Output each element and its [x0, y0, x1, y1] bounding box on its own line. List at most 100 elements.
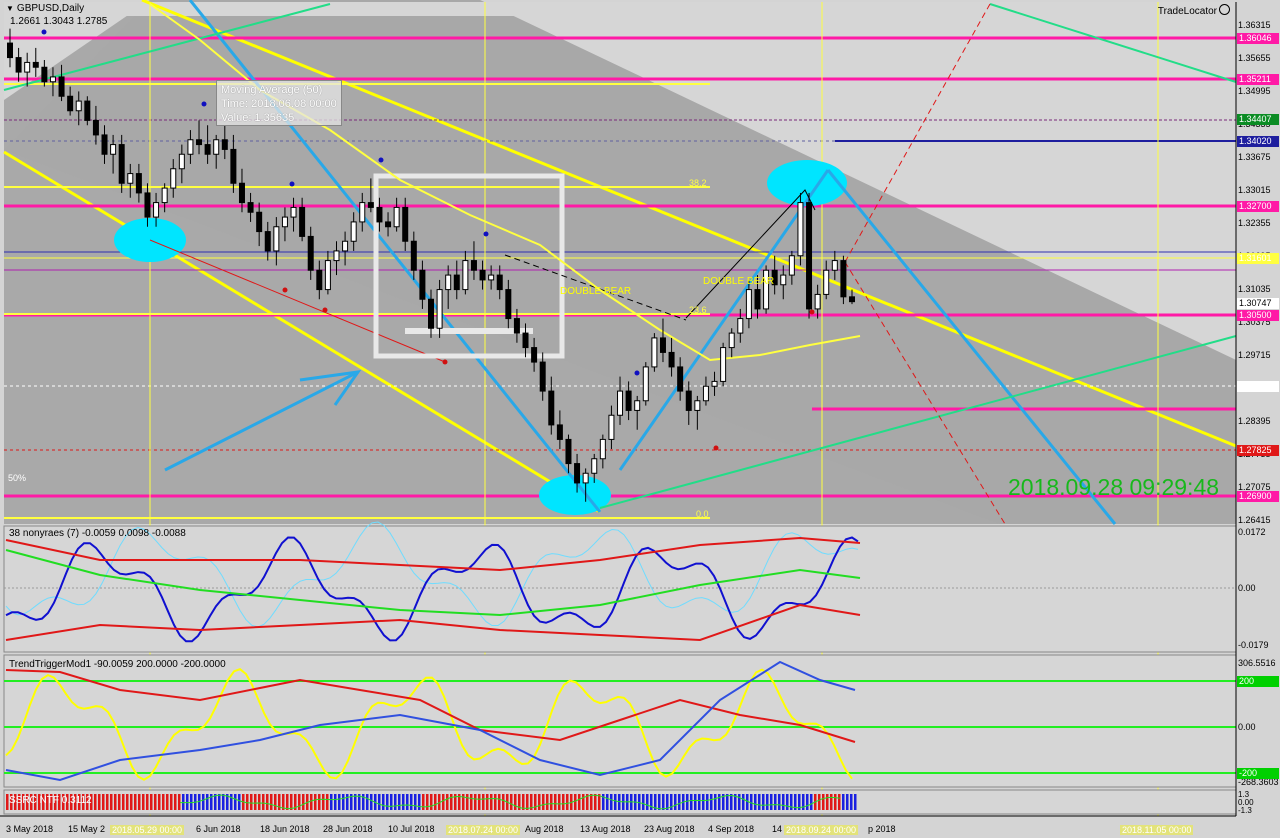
candle-body [333, 250, 340, 262]
ssrc-bar [158, 794, 161, 810]
ssrc-bar [826, 794, 829, 810]
date-cursor-label: 2018.11.05 00:00 [1120, 825, 1194, 835]
ssrc-bar [314, 794, 317, 810]
chart-menu-arrow-icon[interactable]: ▼ [6, 4, 14, 13]
ssrc-bar [642, 794, 645, 810]
price-level-label: 1.34407 [1237, 114, 1279, 125]
candle-body [531, 347, 538, 363]
candle-body [110, 144, 117, 155]
ssrc-bar [686, 794, 689, 810]
candle-body [453, 274, 460, 291]
oscillator-pane-1[interactable] [3, 521, 1237, 653]
candle-body [75, 100, 82, 112]
price-tick: 1.33675 [1238, 152, 1271, 162]
ssrc-bar [182, 794, 185, 810]
date-label: 13 Aug 2018 [580, 824, 631, 834]
ssrc-bar [254, 794, 257, 810]
ssrc-bar [178, 794, 181, 810]
oscillator-pane-2[interactable] [3, 654, 1237, 788]
top-strip [4, 2, 1236, 16]
swing-marker-7 [322, 307, 328, 313]
ssrc-bar [494, 794, 497, 810]
ssrc-bar [846, 794, 849, 810]
chart-title[interactable]: ▼ GBPUSD,Daily [6, 3, 84, 14]
trade-locator-label[interactable]: TradeLocator [1158, 4, 1230, 17]
price-level-label: 1.27825 [1237, 445, 1279, 456]
price-level-label: 1.32700 [1237, 201, 1279, 212]
candle-body [221, 139, 228, 150]
ssrc-bar [718, 794, 721, 810]
date-axis-bg [0, 816, 1280, 838]
candle-body [290, 206, 297, 218]
ssrc-bar [398, 794, 401, 810]
price-level-label: 1.36046 [1237, 33, 1279, 44]
candle-body [599, 438, 606, 460]
price-chart-canvas[interactable] [0, 0, 1280, 838]
ssrc-bar [750, 794, 753, 810]
ssrc-bar [658, 794, 661, 810]
candle-body [608, 414, 615, 440]
ssrc-bar [474, 794, 477, 810]
symbol-title: GBPUSD,Daily [16, 3, 85, 14]
ssrc-bar [502, 794, 505, 810]
ssrc-bar [742, 794, 745, 810]
candle-body [393, 206, 400, 228]
ssrc-bar [730, 794, 733, 810]
ssrc-bar [414, 794, 417, 810]
ssrc-bar [470, 794, 473, 810]
candle-body [161, 187, 168, 204]
swing-marker-4 [483, 231, 489, 237]
ssrc-bar [510, 794, 513, 810]
ssrc-bar [830, 794, 833, 810]
date-cursor-label: 2018.07.24 00:00 [446, 825, 521, 835]
ssrc-bar [702, 794, 705, 810]
candle-body [213, 139, 220, 155]
candle-body [522, 332, 529, 349]
ssrc-bar [850, 794, 853, 810]
ssrc-bar [310, 794, 313, 810]
candle-body [299, 206, 306, 237]
ssrc-bar [270, 794, 273, 810]
ssrc-bar [738, 794, 741, 810]
candle-body [359, 202, 366, 223]
date-label: 4 Sep 2018 [708, 824, 755, 834]
indicator-tooltip: Moving Average (50) Time: 2018.06.08 00:… [216, 80, 342, 126]
oscillator-pane-3[interactable] [3, 789, 1237, 815]
ssrc-bar [342, 794, 345, 810]
ssrc-bar [554, 794, 557, 810]
candle-body [187, 139, 194, 155]
ssrc-bar [678, 794, 681, 810]
date-label: 28 Jun 2018 [323, 824, 373, 834]
candle-body [539, 361, 546, 392]
timestamp-watermark: 2018.09.28 09:29:48 [1008, 474, 1220, 500]
candle-body [496, 274, 503, 291]
ssrc-bar [318, 794, 321, 810]
ssrc-bar [150, 794, 153, 810]
ssrc-bar [386, 794, 389, 810]
candle-body [92, 119, 99, 136]
candle-body [505, 289, 512, 320]
fib-label-50: 50% [8, 473, 27, 483]
osc2-level-200: 200 [1237, 676, 1279, 687]
ssrc-bar [118, 794, 121, 810]
ssrc-bar [122, 794, 125, 810]
candle-body [565, 438, 572, 465]
annotation-double-bear-1: DOUBLE BEAR [560, 286, 632, 297]
candle-body [840, 260, 847, 298]
candle-body [634, 400, 641, 411]
candle-body [281, 216, 288, 228]
candle-body [479, 269, 486, 281]
ohlc-readout: 1.2661 1.3043 1.2785 [10, 16, 108, 27]
ssrc-bar [98, 794, 101, 810]
price-tick: 1.31035 [1238, 284, 1271, 294]
ssrc-bar [710, 794, 713, 810]
ssrc-bar [558, 794, 561, 810]
candle-body [677, 366, 684, 392]
date-label: Aug 2018 [525, 824, 564, 834]
ssrc-bar [262, 794, 265, 810]
ssrc-bar [498, 794, 501, 810]
ssrc-bar [574, 794, 577, 810]
ssrc-bar [842, 794, 845, 810]
ssrc-bar [134, 794, 137, 810]
ssrc-bar [646, 794, 649, 810]
